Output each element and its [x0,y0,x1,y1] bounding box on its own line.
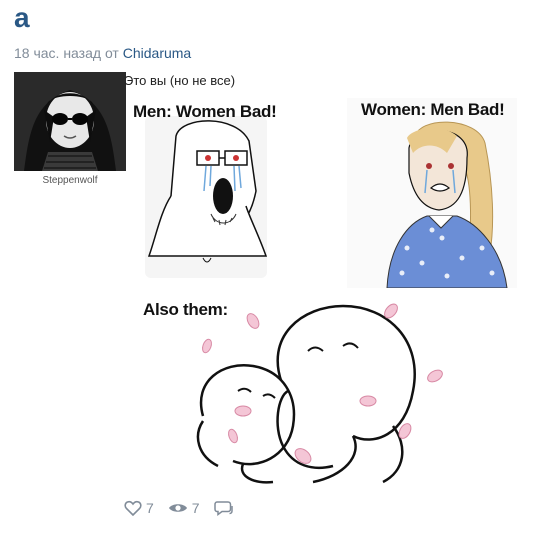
like-button[interactable]: 7 [124,500,154,516]
avatar-image [14,72,126,171]
wojak-men-drawing [145,116,268,278]
wojak-women-drawing [347,98,517,289]
post-caption: Это вы (но не все) [124,73,236,88]
meme-label-men: Men: Women Bad! [133,102,277,121]
comment-button[interactable] [213,500,238,516]
meme-panel-men: Men: Women Bad! [131,96,283,280]
view-count: 7 [191,500,200,516]
views-indicator: 7 [168,500,200,516]
post-actions: 7 7 [124,500,252,516]
eye-icon [168,504,187,512]
hugging-drawing [196,303,443,484]
username[interactable]: Steppenwolf [14,175,126,186]
post-meta: 18 час. назад от Chidaruma [14,45,191,61]
avatar[interactable] [14,72,126,171]
meme-label-women: Women: Men Bad! [361,100,505,119]
author-link[interactable]: Chidaruma [123,45,191,61]
post-time: 18 час. назад от [14,45,119,61]
heart-icon [124,500,142,516]
meme-label-them: Also them: [143,300,228,319]
comment-icon [213,501,233,516]
meme-panel-women: Women: Men Bad! [347,98,517,289]
post-title[interactable]: a [14,2,30,34]
like-count: 7 [146,500,154,516]
meme-panel-them: Also them: [143,296,453,484]
